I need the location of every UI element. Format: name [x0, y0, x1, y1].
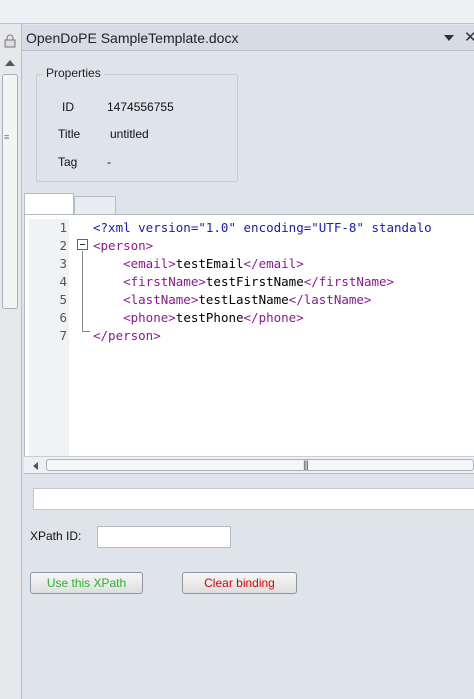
xml-editor[interactable]: 1 2 3 4 5 6 7 <?xml version="1.0" encodi…: [24, 214, 474, 474]
chevron-down-icon[interactable]: [444, 35, 454, 41]
title-label: Title: [58, 127, 81, 141]
grip-icon: |||: [303, 460, 309, 471]
code-line-email: <email>testEmail</email>: [93, 256, 304, 271]
horizontal-scroll-thumb[interactable]: |||: [46, 459, 474, 471]
code-line-lastname: <lastName>testLastName</lastName>: [93, 292, 372, 307]
scroll-thumb[interactable]: [2, 74, 18, 309]
title-value: untitled: [110, 127, 149, 141]
use-this-xpath-button[interactable]: Use this XPath: [30, 572, 143, 594]
line-number: 7: [59, 328, 67, 343]
code-line-xml-declaration: <?xml version="1.0" encoding="UTF-8" sta…: [93, 220, 432, 235]
line-number: 3: [59, 256, 67, 271]
pane-header: OpenDoPE SampleTemplate.docx ✕: [22, 25, 474, 51]
left-scrollbar[interactable]: ≡: [0, 24, 22, 699]
xpath-display-field[interactable]: [33, 488, 474, 510]
line-number: 6: [59, 310, 67, 325]
pane-title: OpenDoPE SampleTemplate.docx: [26, 30, 239, 46]
editor-tabs: [22, 193, 474, 215]
close-icon[interactable]: ✕: [464, 28, 474, 46]
xpath-id-label: XPath ID:: [30, 529, 82, 543]
grip-icon: ≡: [4, 132, 10, 142]
line-number: 4: [59, 274, 67, 289]
code-line-person-open: <person>: [93, 238, 154, 253]
line-number: 5: [59, 292, 67, 307]
id-value: 1474556755: [107, 100, 174, 114]
properties-legend: Properties: [43, 66, 104, 80]
horizontal-scrollbar[interactable]: |||: [24, 456, 474, 473]
properties-group: Properties ID 1474556755 Title untitled …: [36, 66, 238, 182]
fold-guide: [82, 251, 83, 331]
task-pane: ≡ OpenDoPE SampleTemplate.docx ✕ Propert…: [0, 0, 474, 699]
tag-label: Tag: [58, 155, 78, 169]
code-line-phone: <phone>testPhone</phone>: [93, 310, 304, 325]
tag-value: -: [107, 155, 111, 169]
tab-second[interactable]: [74, 196, 116, 215]
line-number: 2: [59, 238, 67, 253]
fold-toggle-icon[interactable]: [77, 239, 88, 250]
tab-xml[interactable]: [24, 193, 74, 215]
fold-guide-end: [82, 331, 90, 332]
scroll-up-arrow-icon[interactable]: [5, 60, 15, 66]
clear-binding-button[interactable]: Clear binding: [182, 572, 297, 594]
code-line-person-close: </person>: [93, 328, 161, 343]
id-label: ID: [62, 100, 74, 114]
lock-icon: [4, 34, 16, 48]
scroll-left-arrow-icon[interactable]: [33, 462, 38, 470]
code-line-firstname: <firstName>testFirstName</firstName>: [93, 274, 395, 289]
top-strip: [0, 0, 474, 24]
xpath-id-input[interactable]: [97, 526, 231, 548]
line-number: 1: [59, 220, 67, 235]
